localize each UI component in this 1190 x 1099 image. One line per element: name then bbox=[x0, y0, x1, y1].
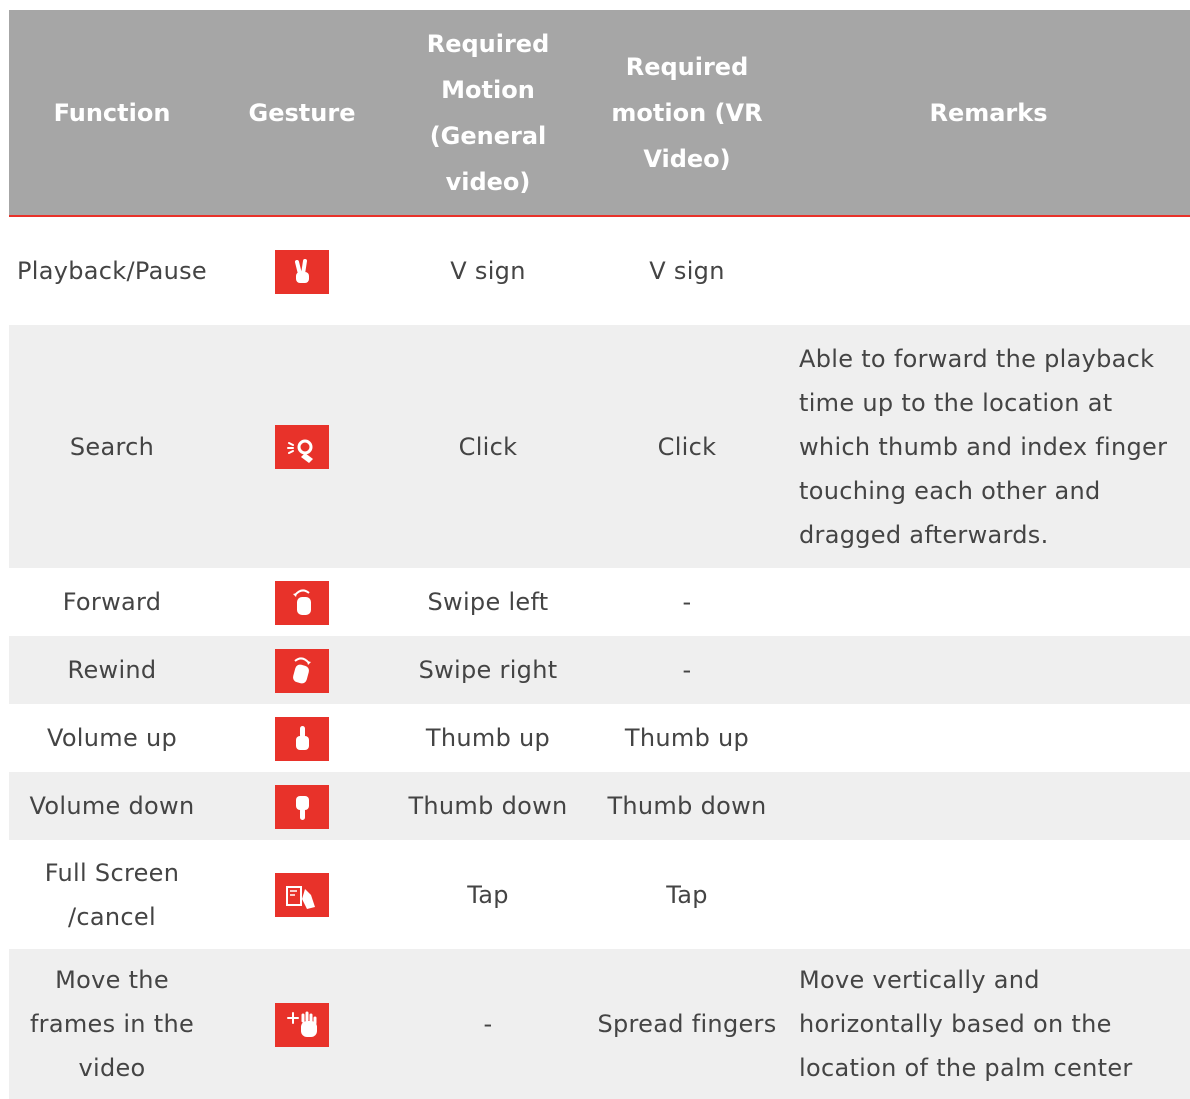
vr-motion-cell: V sign bbox=[649, 257, 725, 285]
thumb-down-icon bbox=[275, 784, 329, 829]
table-row: Search Click Click Able to forward the p… bbox=[9, 325, 1190, 568]
general-motion-cell: Swipe right bbox=[418, 656, 558, 684]
gesture-cell bbox=[215, 216, 389, 325]
general-motion-cell: V sign bbox=[450, 257, 526, 285]
table-row: Playback/Pause V sign V sign bbox=[9, 216, 1190, 325]
function-cell: Volume up bbox=[46, 724, 178, 752]
function-cell: Forward bbox=[62, 588, 162, 616]
function-cell: Rewind bbox=[67, 656, 157, 684]
vr-motion-cell: - bbox=[682, 588, 692, 616]
header-function: Function bbox=[53, 98, 171, 127]
remarks-cell bbox=[787, 840, 1190, 949]
vr-motion-cell: - bbox=[682, 656, 692, 684]
table-row: Move the frames in the video - Spread fi… bbox=[9, 949, 1190, 1099]
gesture-cell bbox=[215, 704, 389, 772]
function-cell: Search bbox=[69, 432, 155, 461]
vr-motion-cell: Tap bbox=[666, 880, 708, 909]
general-motion-cell: Thumb down bbox=[408, 792, 568, 820]
table-row: Volume up Thumb up Thumb up bbox=[9, 704, 1190, 772]
vr-motion-cell: Spread fingers bbox=[597, 1010, 777, 1038]
remarks-cell bbox=[787, 704, 1190, 772]
gesture-cell bbox=[215, 772, 389, 840]
function-cell: Full Screen /cancel bbox=[44, 858, 180, 931]
header-motion-general: Required Motion (General video) bbox=[426, 29, 550, 196]
tap-icon bbox=[275, 873, 329, 917]
thumb-up-icon bbox=[275, 716, 329, 761]
gesture-cell bbox=[215, 840, 389, 949]
remarks-cell bbox=[787, 636, 1190, 704]
click-icon bbox=[275, 425, 329, 469]
table-row: Forward Swipe left - bbox=[9, 568, 1190, 636]
vr-motion-cell: Thumb down bbox=[607, 792, 767, 820]
function-cell: Volume down bbox=[29, 792, 195, 820]
vr-motion-cell: Click bbox=[657, 432, 717, 461]
header-motion-vr: Required motion (VR Video) bbox=[611, 52, 763, 173]
gesture-cell bbox=[215, 636, 389, 704]
gesture-cell bbox=[215, 325, 389, 568]
general-motion-cell: - bbox=[483, 1010, 493, 1038]
gesture-cell bbox=[215, 568, 389, 636]
table-row: Volume down Thumb down Thumb down bbox=[9, 772, 1190, 840]
function-cell: Playback/Pause bbox=[17, 257, 207, 285]
remarks-cell: Able to forward the playback time up to … bbox=[799, 344, 1168, 549]
function-cell: Move the frames in the video bbox=[29, 966, 195, 1082]
vr-motion-cell: Thumb up bbox=[624, 724, 750, 752]
general-motion-cell: Thumb up bbox=[425, 724, 551, 752]
spread-fingers-icon bbox=[275, 1002, 329, 1047]
table-row: Full Screen /cancel Tap Tap bbox=[9, 840, 1190, 949]
header-gesture: Gesture bbox=[248, 98, 356, 127]
swipe-left-icon bbox=[275, 580, 329, 625]
table-header-row: Function Gesture Required Motion (Genera… bbox=[9, 10, 1190, 216]
swipe-right-icon bbox=[275, 648, 329, 693]
general-motion-cell: Swipe left bbox=[427, 588, 549, 616]
general-motion-cell: Tap bbox=[467, 880, 509, 909]
gesture-function-table: Function Gesture Required Motion (Genera… bbox=[9, 10, 1190, 1099]
general-motion-cell: Click bbox=[458, 432, 518, 461]
remarks-cell bbox=[787, 772, 1190, 840]
v-sign-icon bbox=[275, 249, 329, 294]
remarks-cell: Move vertically and horizontally based o… bbox=[799, 966, 1133, 1082]
gesture-cell bbox=[215, 949, 389, 1099]
remarks-cell bbox=[787, 216, 1190, 325]
remarks-cell bbox=[787, 568, 1190, 636]
table-row: Rewind Swipe right - bbox=[9, 636, 1190, 704]
header-remarks: Remarks bbox=[929, 98, 1048, 127]
